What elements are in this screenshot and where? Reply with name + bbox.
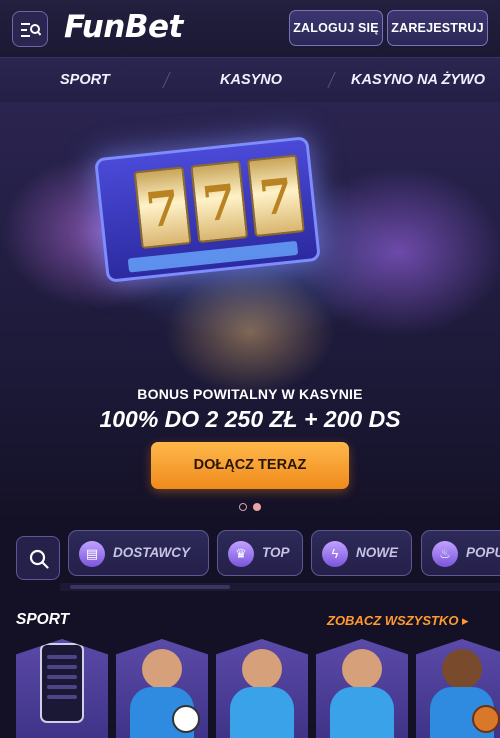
football-icon [172,705,200,733]
phone-icon [40,643,84,723]
game-search-button[interactable] [16,536,60,580]
see-all-link[interactable]: ZOBACZ WSZYSTKO ▸ [327,613,469,629]
filter-new[interactable]: ϟ NOWE [311,530,412,576]
carousel-dot[interactable] [239,503,247,511]
chip-label: DOSTAWCY [113,545,190,560]
join-now-button[interactable]: DOŁĄCZ TERAZ [151,442,349,489]
slot-reel: 7 [247,154,305,238]
sport-card-tennis[interactable] [216,639,308,738]
athlete-head [342,649,382,689]
slot-machine-illustration: 7 7 7 [94,136,321,283]
athlete-body [330,687,394,738]
crown-icon: ♛ [228,541,254,567]
athlete-head [442,649,482,689]
nav-item-casino[interactable]: KASYNO [220,58,282,102]
sport-card-football[interactable] [116,639,208,738]
promo-subtitle: BONUS POWITALNY W KASYNIE [137,386,363,402]
section-title-sport: SPORT [16,611,70,628]
lightning-icon: ϟ [322,541,348,567]
sport-card-basketball[interactable] [416,639,500,738]
filter-scroll-thumb[interactable] [70,585,230,589]
menu-search-icon [21,23,41,37]
filter-top[interactable]: ♛ TOP [217,530,303,576]
login-button[interactable]: ZALOGUJ SIĘ [289,10,383,46]
carousel-dot-active[interactable] [253,503,261,511]
filter-providers[interactable]: ▤ DOSTAWCY [68,530,209,576]
register-button[interactable]: ZAREJESTRUJ [387,10,488,46]
nav-item-sport[interactable]: SPORT [60,58,110,102]
hero-banner[interactable]: 7 7 7 BONUS POWITALNY W KASYNIE 100% DO … [0,102,500,522]
nav-divider [162,72,171,88]
search-icon [29,549,49,569]
flame-icon: ♨ [432,541,458,567]
slot-reel: 7 [133,166,192,250]
nav-item-live-casino[interactable]: KASYNO NA ŻYWO [351,58,485,102]
athlete-head [142,649,182,689]
basketball-icon [472,705,500,733]
book-icon: ▤ [79,541,105,567]
chip-label: NOWE [356,545,398,560]
chip-label: TOP [262,545,290,560]
header: FunBet ZALOGUJ SIĘ ZAREJESTRUJ [0,0,500,58]
athlete-body [230,687,294,738]
sport-card-mobile-app[interactable] [16,639,108,738]
athlete-head [242,649,282,689]
nav-divider [327,72,336,88]
slot-reel: 7 [190,160,249,244]
filter-popular[interactable]: ♨ POPU [421,530,500,576]
menu-search-button[interactable] [12,11,48,47]
promo-title: 100% DO 2 250 ZŁ + 200 DS [99,406,401,432]
chip-label: POPU [466,545,500,560]
sport-card-table-tennis[interactable] [316,639,408,738]
funbet-logo[interactable]: FunBet [64,9,183,45]
main-nav: SPORT KASYNO KASYNO NA ŻYWO [0,58,500,102]
